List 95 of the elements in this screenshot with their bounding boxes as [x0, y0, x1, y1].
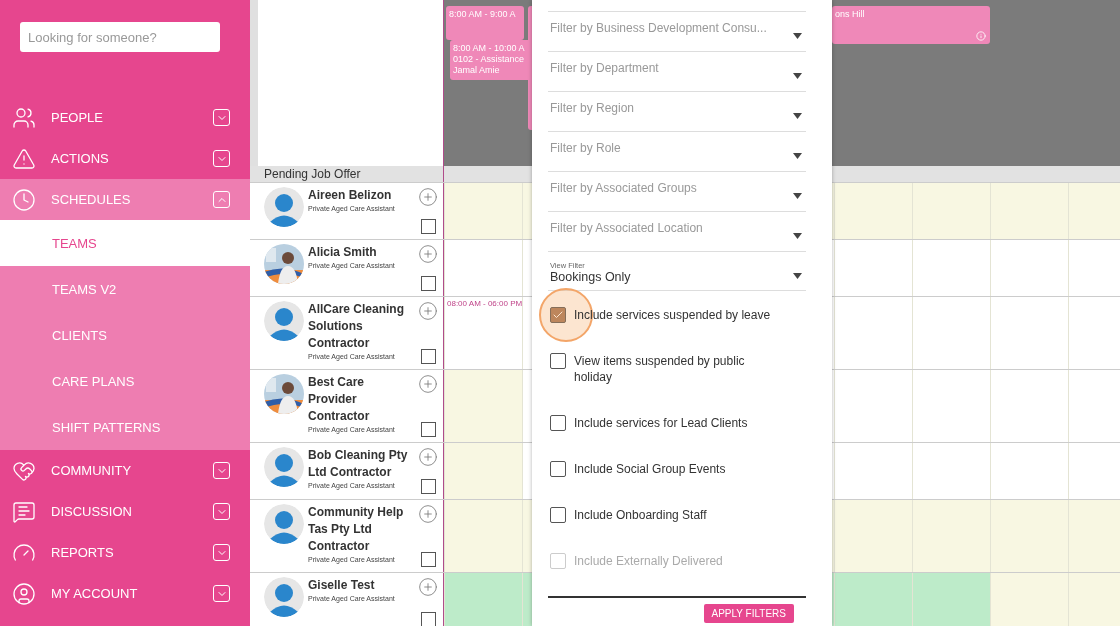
caret-icon [793, 113, 802, 119]
caret-icon [793, 233, 802, 239]
checkbox[interactable] [550, 507, 566, 523]
user-icon [12, 581, 36, 606]
calendar-cell[interactable] [990, 500, 1068, 572]
checkbox[interactable] [420, 349, 436, 364]
chevron-icon[interactable] [213, 585, 230, 602]
calendar-cell[interactable] [912, 573, 990, 626]
avatar-icon [264, 504, 304, 544]
warning-icon [12, 146, 36, 171]
calendar-cell[interactable] [834, 573, 912, 626]
search-field[interactable]: Looking for someone? [20, 22, 220, 52]
avatar-icon [264, 187, 304, 227]
staff-name: Community Help Tas Pty Ltd Contractor [308, 504, 405, 555]
chevron-icon[interactable] [213, 191, 230, 208]
checkbox[interactable] [420, 612, 436, 626]
caret-icon [793, 73, 802, 79]
staff-name: AllCare Cleaning Solutions Contractor [308, 301, 406, 352]
info-icon[interactable] [976, 31, 986, 41]
checkbox[interactable] [420, 422, 436, 437]
chevron-icon[interactable] [213, 150, 230, 167]
nav-item[interactable]: PEOPLE [0, 97, 250, 138]
checkbox[interactable] [420, 219, 436, 234]
caret-icon [793, 33, 802, 39]
staff-name: Best Care Provider Contractor [308, 374, 371, 425]
staff-name: Giselle Test [308, 577, 375, 594]
avatar-icon [264, 577, 304, 617]
calendar-cell[interactable] [990, 573, 1068, 626]
calendar-cell[interactable] [444, 500, 522, 572]
add-icon[interactable] [418, 504, 438, 524]
checkbox[interactable] [550, 415, 566, 431]
chevron-icon[interactable] [213, 544, 230, 561]
shift-time: 08:00 AM - 06:00 PM [447, 299, 523, 308]
calendar-cell[interactable] [444, 183, 522, 239]
clock-icon [12, 187, 36, 212]
staff-name: Bob Cleaning Pty Ltd Contractor [308, 447, 409, 481]
option-label: View items suspended by public holiday [574, 353, 746, 385]
calendar-event[interactable]: 8:00 AM - 9:00 A [446, 6, 524, 40]
group-header: Pending Job Offer [250, 166, 444, 182]
add-icon[interactable] [418, 577, 438, 597]
check-icon [552, 309, 564, 321]
filter-dropdown[interactable]: Filter by Department [548, 51, 806, 91]
filter-dropdown[interactable]: Filter by Region [548, 91, 806, 131]
caret-icon [793, 273, 802, 279]
add-icon[interactable] [418, 301, 438, 321]
checkbox[interactable] [550, 461, 566, 477]
nav-item[interactable]: COMMUNITY [0, 450, 250, 491]
option-label: Include Social Group Events [574, 461, 727, 477]
nav-item[interactable]: DISCUSSION [0, 491, 250, 532]
calendar-cell[interactable] [834, 183, 912, 239]
option-label: Include Externally Delivered [574, 553, 724, 569]
nav-item[interactable]: SCHEDULES [0, 179, 250, 220]
staff-name: Alicia Smith [308, 244, 377, 261]
option-label: Include services for Lead Clients [574, 415, 749, 431]
calendar-cell[interactable] [444, 573, 522, 626]
people-icon [12, 105, 36, 130]
nav-subitem[interactable]: TEAMS [0, 220, 250, 266]
nav-item[interactable]: REPORTS [0, 532, 250, 573]
nav-item[interactable]: MY ACCOUNT [0, 573, 250, 614]
chevron-icon[interactable] [213, 503, 230, 520]
add-icon[interactable] [418, 447, 438, 467]
caret-icon [793, 193, 802, 199]
caret-icon [793, 153, 802, 159]
checkbox[interactable] [420, 276, 436, 291]
calendar-event[interactable]: ons Hill [832, 6, 990, 44]
chevron-icon[interactable] [213, 109, 230, 126]
nav-subitem[interactable]: CLIENTS [0, 312, 250, 358]
add-icon[interactable] [418, 187, 438, 207]
nav-subitem[interactable]: SHIFT PATTERNS [0, 404, 250, 450]
checkbox[interactable] [420, 479, 436, 494]
nav-subitem[interactable]: CARE PLANS [0, 358, 250, 404]
nav-subitem[interactable]: TEAMS V2 [0, 266, 250, 312]
calendar-cell[interactable] [444, 370, 522, 442]
checkbox[interactable] [420, 552, 436, 567]
add-icon[interactable] [418, 244, 438, 264]
filter-dropdown[interactable]: Filter by Associated Groups [548, 171, 806, 211]
apply-filters-button[interactable]: APPLY FILTERS [703, 604, 794, 623]
avatar-icon [264, 301, 304, 341]
filter-dropdown[interactable]: Filter by Role [548, 131, 806, 171]
add-icon[interactable] [418, 374, 438, 394]
checkbox[interactable] [550, 353, 566, 369]
option-label: Include Onboarding Staff [574, 507, 708, 523]
calendar-cell[interactable] [444, 443, 522, 499]
calendar-cell[interactable] [990, 183, 1068, 239]
calendar-cell[interactable] [912, 183, 990, 239]
avatar-icon [264, 447, 304, 487]
filter-dropdown[interactable]: Filter by Business Development Consu... [548, 11, 806, 51]
calendar-cell[interactable] [834, 500, 912, 572]
filter-dropdown[interactable]: Filter by Associated Location [548, 211, 806, 251]
checkbox[interactable] [550, 307, 566, 323]
staff-name: Aireen Belizon [308, 187, 392, 204]
nav-item[interactable]: ACTIONS [0, 138, 250, 179]
chat-icon [12, 499, 36, 524]
calendar-cell[interactable] [912, 500, 990, 572]
chevron-icon[interactable] [213, 462, 230, 479]
